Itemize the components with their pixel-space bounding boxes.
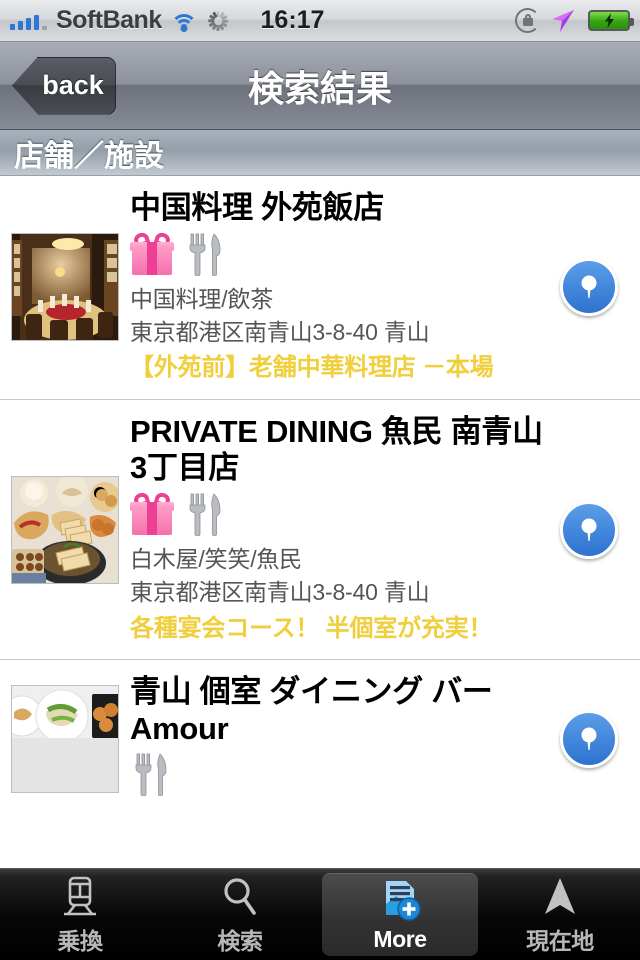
list-item[interactable]: PRIVATE DINING 魚民 南青山3丁目店 白木屋/笑笑/魚民 東京都港… (0, 399, 640, 661)
tab-bar: 乗換 検索 More 現在地 (0, 868, 640, 960)
gift-icon (130, 491, 174, 536)
map-pin-icon (581, 727, 597, 750)
list-item-badges (130, 491, 548, 537)
list-item[interactable]: 中国料理 外苑飯店 中国料理/飲茶 東京都港区南青山3-8-40 青山 【外苑前… (0, 176, 640, 400)
status-bar: SoftBank 16:17 (0, 0, 640, 42)
navigation-bar: back 検索結果 (0, 42, 640, 130)
restaurant-thumbnail-image (11, 684, 119, 793)
list-item-title: PRIVATE DINING 魚民 南青山3丁目店 (130, 413, 543, 486)
tab-current-location[interactable]: 現在地 (482, 873, 638, 956)
list-item-title: 青山 個室 ダイニング バー Amour (130, 674, 524, 746)
battery-charging-icon (588, 10, 634, 31)
tab-search-label: 検索 (217, 928, 263, 954)
rotation-lock-icon (515, 8, 540, 33)
list-item-genre: 中国料理/飲茶 (130, 285, 273, 312)
back-button-label: back (42, 70, 104, 100)
tab-more[interactable]: More (322, 873, 478, 956)
search-results-list: 中国料理 外苑飯店 中国料理/飲茶 東京都港区南青山3-8-40 青山 【外苑前… (0, 176, 640, 818)
train-icon (59, 873, 101, 919)
list-item-promo: 各種宴会コース！ 半個室が充実！ (130, 614, 493, 642)
section-header-label: 店舗／施設 (14, 139, 164, 173)
list-item-genre: 白木屋/笑笑/魚民 (130, 546, 302, 573)
list-item-badges (130, 230, 548, 277)
cutlery-icon (189, 493, 221, 537)
thumbnail-wrap (0, 414, 130, 645)
list-item-title: 中国料理 外苑飯店 (130, 190, 384, 225)
restaurant-thumbnail-image (11, 233, 119, 342)
list-item-address: 東京都港区南青山3-8-40 青山 (130, 579, 430, 606)
phone-screen: SoftBank 16:17 back 検索結果 店舗／施設 中国料理 外苑飯店… (0, 0, 640, 960)
map-pin-button[interactable] (560, 709, 618, 768)
map-pin-button[interactable] (560, 500, 618, 559)
tab-transfer-label: 乗換 (57, 928, 103, 954)
current-location-arrow-icon (539, 873, 581, 919)
restaurant-thumbnail-image (11, 475, 119, 584)
list-item-promo: 【外苑前】老舗中華料理店 －本場 (130, 354, 494, 382)
tab-search[interactable]: 検索 (162, 873, 318, 956)
cutlery-icon (189, 232, 221, 276)
list-item-badges (132, 751, 548, 797)
cutlery-icon (135, 753, 167, 797)
tab-transfer[interactable]: 乗換 (2, 873, 158, 956)
map-pin-icon (581, 518, 597, 541)
tab-current-location-label: 現在地 (526, 928, 594, 954)
search-icon (219, 873, 261, 919)
section-header: 店舗／施設 (0, 130, 640, 176)
thumbnail-wrap (0, 190, 130, 385)
thumbnail-wrap (0, 674, 130, 803)
clock-label: 16:17 (260, 6, 325, 34)
more-document-plus-icon (378, 877, 422, 923)
list-item-address: 東京都港区南青山3-8-40 青山 (130, 318, 430, 345)
map-pin-icon (581, 275, 597, 299)
back-button[interactable]: back (12, 56, 116, 115)
tab-more-label: More (373, 925, 427, 952)
map-pin-button[interactable] (560, 258, 618, 317)
gift-icon (130, 230, 174, 275)
list-item[interactable]: 青山 個室 ダイニング バー Amour (0, 660, 640, 818)
